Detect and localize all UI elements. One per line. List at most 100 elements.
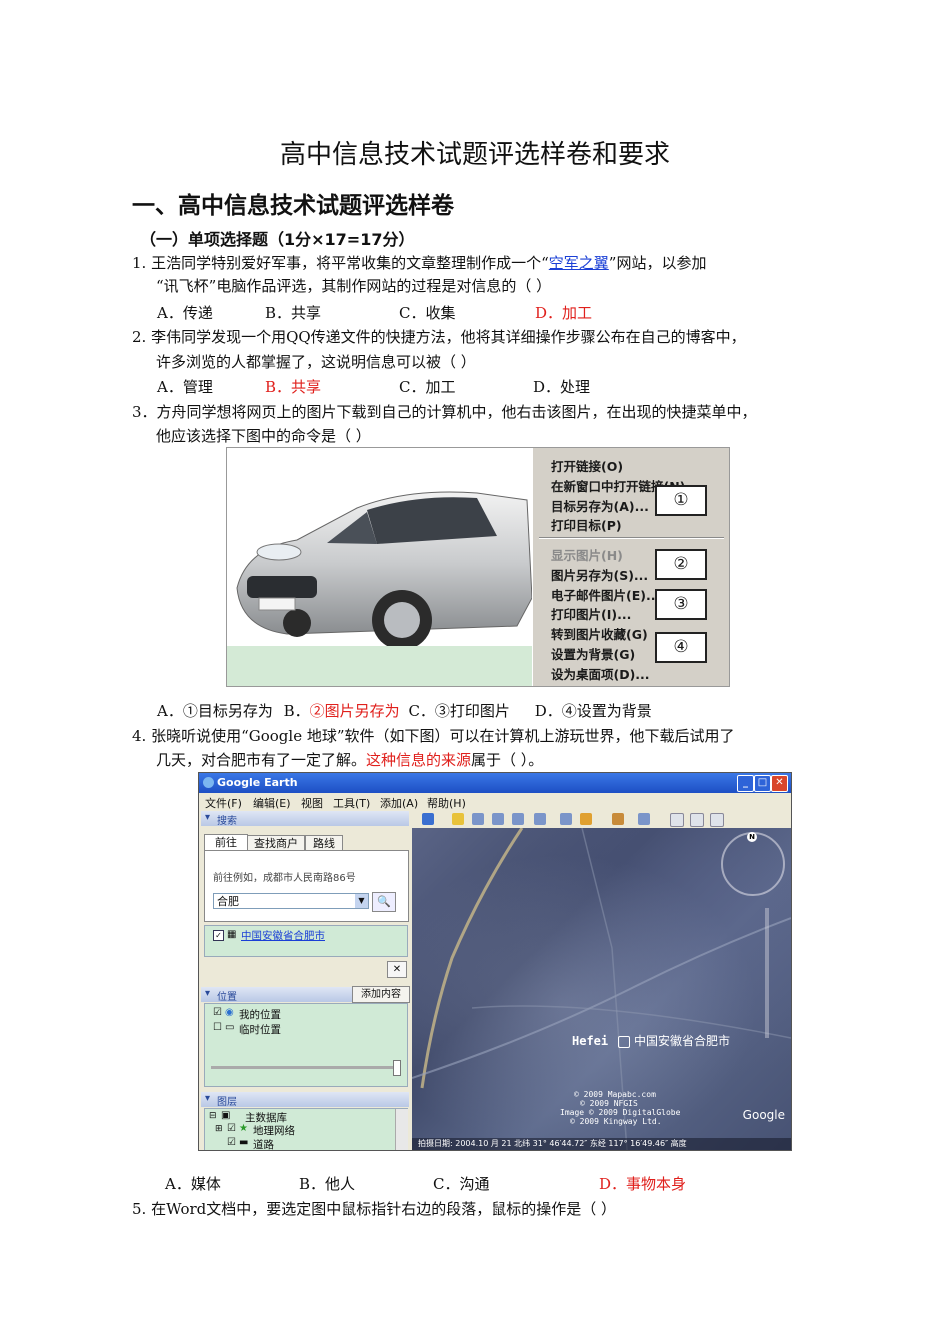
add-content-button[interactable]: 添加内容 xyxy=(352,986,410,1003)
q3-option-c[interactable]: C．③打印图片 xyxy=(408,702,509,720)
ruler-icon[interactable] xyxy=(638,813,650,825)
menu-show-picture: 显示图片(H) xyxy=(551,548,623,563)
layers-panel-header[interactable]: ▾ 图层 xyxy=(201,1092,409,1108)
q4-text-post: 属于（ ）。 xyxy=(471,751,544,769)
q2-option-c[interactable]: C．加工 xyxy=(399,376,455,397)
tab-goto[interactable]: 前往 xyxy=(204,834,248,851)
q2-option-a[interactable]: A．管理 xyxy=(157,376,213,397)
menu-email-picture[interactable]: 电子邮件图片(E)... xyxy=(551,585,660,604)
q2-option-b-answer[interactable]: B．共享 xyxy=(265,376,321,397)
ge-map-view[interactable]: N Hefei 中国安徽省合肥市 © 2009 Mapabc.com © 200… xyxy=(412,828,791,1150)
map-label-cn: 中国安徽省合肥市 xyxy=(634,1034,731,1048)
road-icon: ▬ xyxy=(239,1137,249,1148)
menu-save-target-as[interactable]: 目标另存为(A)... xyxy=(551,496,649,515)
menu-print-picture[interactable]: 打印图片(I)... xyxy=(551,604,631,623)
map-pin-icon[interactable] xyxy=(618,1036,630,1048)
q4-option-c[interactable]: C．沟通 xyxy=(433,1173,489,1194)
checked-checkbox-icon[interactable]: ☑ xyxy=(227,1137,236,1148)
q4-option-a[interactable]: A．媒体 xyxy=(165,1173,221,1194)
path-icon[interactable] xyxy=(492,813,504,825)
image-overlay-icon[interactable] xyxy=(512,813,524,825)
location-search-input[interactable]: 合肥 xyxy=(213,893,369,909)
layers-header-label: 图层 xyxy=(217,1097,237,1108)
sidebar-toggle-icon[interactable] xyxy=(422,813,434,825)
north-icon[interactable]: N xyxy=(747,832,757,842)
menu-add[interactable]: 添加(A) xyxy=(380,795,418,811)
close-icon[interactable]: ✕ xyxy=(771,775,788,792)
status-bar: 拍摄日期: 2004.10 月 21 北纬 31° 46′44.72″ 东经 1… xyxy=(412,1138,791,1150)
q1-line2: “讯飞杯”电脑作品评选，其制作网站的过程是对信息的（ ） xyxy=(156,277,552,295)
callout-3: ③ xyxy=(655,589,707,620)
q4-option-d-answer[interactable]: D．事物本身 xyxy=(599,1173,686,1194)
historical-imagery-icon[interactable] xyxy=(560,813,572,825)
layers-scrollbar[interactable] xyxy=(395,1109,408,1150)
copyright-line: Image © 2009 DigitalGlobe xyxy=(560,1108,681,1117)
result-link[interactable]: 中国安徽省合肥市 xyxy=(241,928,325,943)
minimize-icon[interactable]: _ xyxy=(737,775,754,792)
menu-set-as-desktop-item[interactable]: 设为桌面项(D)... xyxy=(551,664,650,683)
q3-option-a[interactable]: A．①目标另存为 xyxy=(157,702,273,720)
planets-icon[interactable] xyxy=(612,813,624,825)
callout-2: ② xyxy=(655,549,707,580)
menu-tools[interactable]: 工具(T) xyxy=(333,795,370,811)
zoom-slider[interactable] xyxy=(765,908,769,1038)
menu-file[interactable]: 文件(F) xyxy=(205,795,242,811)
print-icon[interactable] xyxy=(690,813,704,827)
menu-view[interactable]: 视图 xyxy=(301,795,323,811)
polygon-icon[interactable] xyxy=(472,813,484,825)
collapse-arrow-icon: ▾ xyxy=(205,988,211,999)
q4-option-b[interactable]: B．他人 xyxy=(299,1173,355,1194)
q1-option-d-answer[interactable]: D．加工 xyxy=(535,302,592,323)
menu-open-link[interactable]: 打开链接(O) xyxy=(551,456,623,475)
dropdown-arrow-icon[interactable]: ▼ xyxy=(355,894,368,908)
q4-text-highlight: 这种信息的来源 xyxy=(366,751,472,769)
layer-geo-web[interactable]: 地理网络 xyxy=(253,1123,295,1138)
expand-icon[interactable]: ⊟ xyxy=(209,1111,217,1121)
menu-edit[interactable]: 编辑(E) xyxy=(253,795,291,811)
maximize-icon[interactable]: □ xyxy=(754,775,771,792)
unchecked-checkbox-icon[interactable]: ☐ xyxy=(213,1022,222,1033)
q1-option-c[interactable]: C．收集 xyxy=(399,302,455,323)
menu-go-to-my-pictures[interactable]: 转到图片收藏(G) xyxy=(551,624,648,643)
search-button[interactable]: 🔍 xyxy=(372,892,396,912)
opacity-slider-handle[interactable] xyxy=(393,1060,401,1076)
q1-option-b[interactable]: B．共享 xyxy=(265,302,321,323)
search-panel-header[interactable]: ▾ 搜索 xyxy=(201,811,409,827)
partial-checkbox-icon[interactable]: ▣ xyxy=(221,1110,230,1121)
collapse-arrow-icon: ▾ xyxy=(205,1093,211,1104)
checked-checkbox-icon[interactable]: ☑ xyxy=(213,1007,222,1018)
q3-option-d[interactable]: D．④设置为背景 xyxy=(535,702,652,720)
globe-icon: ◉ xyxy=(225,1007,234,1018)
q1-option-a[interactable]: A．传递 xyxy=(157,302,213,323)
sun-icon[interactable] xyxy=(580,813,592,825)
menu-help[interactable]: 帮助(H) xyxy=(427,795,466,811)
q3-options: A．①目标另存为 B．②图片另存为 C．③打印图片 D．④设置为背景 xyxy=(157,700,652,721)
menu-print-target[interactable]: 打印目标(P) xyxy=(551,515,622,534)
google-maps-icon[interactable] xyxy=(710,813,724,827)
menu-set-as-background[interactable]: 设置为背景(G) xyxy=(551,644,635,663)
q2-option-d[interactable]: D．处理 xyxy=(533,376,590,397)
q1-text-pre: 1. 王浩同学特别爱好军事，将平常收集的文章整理制作成一个“ xyxy=(132,254,549,272)
car-photo xyxy=(227,448,533,686)
record-tour-icon[interactable] xyxy=(534,813,546,825)
expand-icon[interactable]: ⊞ xyxy=(215,1124,223,1134)
checked-checkbox-icon[interactable]: ☑ xyxy=(227,1123,236,1134)
q3-option-b-label[interactable]: B． xyxy=(284,702,310,720)
result-checkbox[interactable]: ✓ xyxy=(213,930,224,941)
q3-line1: 3．方舟同学想将网页上的图片下载到自己的计算机中，他右击该图片，在出现的快捷菜单… xyxy=(132,403,757,421)
q1-website-link[interactable]: 空军之翼 xyxy=(549,254,609,272)
clear-results-button[interactable]: ✕ xyxy=(387,961,407,978)
q3-option-b-answer[interactable]: ②图片另存为 xyxy=(310,702,400,720)
callout-4: ④ xyxy=(655,632,707,663)
placemark-icon[interactable] xyxy=(452,813,464,825)
opacity-slider-track[interactable] xyxy=(211,1066,397,1069)
email-icon[interactable] xyxy=(670,813,684,827)
temp-places-label[interactable]: 临时位置 xyxy=(239,1022,281,1037)
menu-save-picture-as[interactable]: 图片另存为(S)... xyxy=(551,565,648,584)
image-background-strip xyxy=(227,646,532,686)
context-menu: 打开链接(O) 在新窗口中打开链接(N) 目标另存为(A)... 打印目标(P)… xyxy=(532,448,729,686)
navigation-compass-icon[interactable]: N xyxy=(721,832,785,896)
layer-roads[interactable]: 道路 xyxy=(253,1137,274,1150)
star-icon: ★ xyxy=(239,1123,248,1134)
my-places-label[interactable]: 我的位置 xyxy=(239,1007,281,1022)
